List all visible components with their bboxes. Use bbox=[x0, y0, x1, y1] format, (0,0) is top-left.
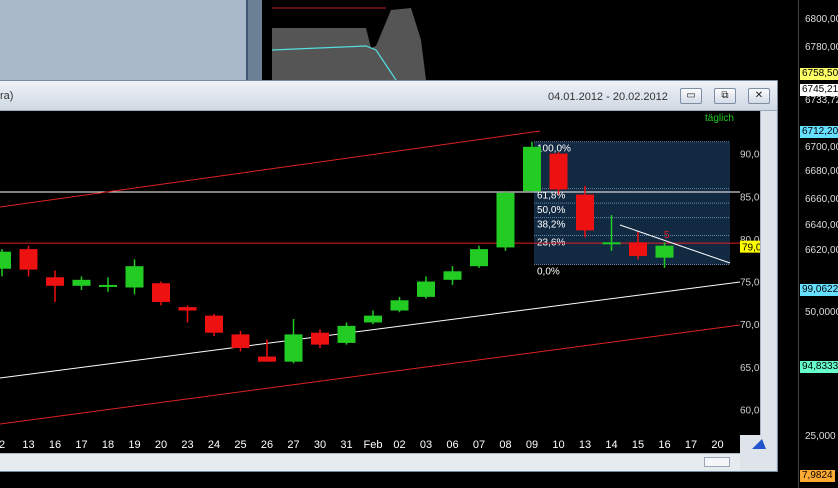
x-tick-label: 17 bbox=[75, 439, 87, 451]
x-tick-label: 13 bbox=[579, 439, 591, 451]
x-tick-label: 16 bbox=[49, 439, 61, 451]
minimize-button[interactable]: ▭ bbox=[680, 88, 702, 104]
support-trendline bbox=[0, 281, 741, 379]
candle-body bbox=[655, 245, 674, 258]
candle-body bbox=[311, 332, 329, 345]
right-axis-tick: 6640,00 bbox=[805, 220, 838, 231]
date-range-label: 04.01.2012 - 20.02.2012 bbox=[548, 91, 668, 103]
marker-label: 5 bbox=[664, 230, 670, 241]
candle-body bbox=[337, 325, 356, 343]
x-tick-label: 31 bbox=[340, 439, 352, 451]
chart-x-axis: 2 13 16 17 18 19 20 23 24 25 26 27 30 31 Feb 02 03 06 07 08… bbox=[0, 435, 740, 453]
horizontal-scrollbar[interactable] bbox=[0, 453, 760, 471]
x-tick-label: 07 bbox=[473, 439, 485, 451]
x-tick-label: 27 bbox=[287, 439, 299, 451]
price-tag: 99,0622 bbox=[800, 284, 838, 296]
candle-body bbox=[549, 153, 568, 190]
candle-body bbox=[496, 192, 515, 248]
x-tick-label: 30 bbox=[314, 439, 326, 451]
candlestick-chart[interactable]: 100,0% 61,8% 50,0% 38,2% 23,6% 0,0% 5 täglich bbox=[0, 111, 741, 435]
x-tick-label: 25 bbox=[234, 439, 246, 451]
fib-label: 50,0% bbox=[537, 205, 565, 216]
right-axis-tick: 6700,00 bbox=[805, 142, 838, 153]
draw-tool-icon[interactable] bbox=[740, 435, 776, 453]
x-tick-label: 10 bbox=[552, 439, 564, 451]
candle-body bbox=[72, 279, 91, 286]
background-indicator-svg bbox=[271, 7, 426, 81]
scroll-thumb[interactable] bbox=[704, 457, 730, 467]
candle-body bbox=[178, 307, 197, 311]
candle-body bbox=[0, 251, 11, 269]
candle-body bbox=[125, 266, 144, 288]
close-button[interactable]: ✕ bbox=[748, 88, 770, 104]
x-tick-label: 03 bbox=[420, 439, 432, 451]
right-axis-label: 25,000 bbox=[805, 431, 836, 442]
channel-upper-line bbox=[0, 130, 541, 208]
candle-body bbox=[364, 315, 382, 323]
x-tick-label: 26 bbox=[261, 439, 273, 451]
candle-body bbox=[417, 281, 435, 297]
x-tick-label: 19 bbox=[128, 439, 140, 451]
right-axis-tick: 6800,00 bbox=[805, 14, 838, 25]
candle-body bbox=[470, 249, 488, 267]
x-tick-label: 08 bbox=[499, 439, 511, 451]
x-tick-label: Feb bbox=[364, 439, 383, 451]
candle-body bbox=[576, 194, 594, 231]
x-tick-label: 14 bbox=[605, 439, 617, 451]
window-title-bar[interactable]: ra) 04.01.2012 - 20.02.2012 ▭ ⧉ ✕ bbox=[0, 81, 777, 111]
right-axis-tick: 6780,00 bbox=[805, 42, 838, 53]
x-tick-label: 18 bbox=[102, 439, 114, 451]
price-tag: 7,9824 bbox=[800, 470, 835, 482]
price-tag: 6758,50 bbox=[800, 68, 838, 80]
x-tick-label: 20 bbox=[711, 439, 723, 451]
candle-body bbox=[258, 356, 276, 362]
window-title: ra) bbox=[0, 90, 14, 102]
x-tick-label: 24 bbox=[208, 439, 220, 451]
x-tick-label: 16 bbox=[658, 439, 670, 451]
background-window-left-pane bbox=[0, 0, 248, 80]
channel-lower-line bbox=[0, 324, 741, 425]
chart-svg: 100,0%61,8%50,0%38,2%23,6%0,0%5täglich bbox=[0, 113, 741, 425]
chart-window: ra) 04.01.2012 - 20.02.2012 ▭ ⧉ ✕ 100,0%… bbox=[0, 80, 778, 472]
right-axis-label: 50,0000 bbox=[805, 307, 838, 318]
right-axis-tick: 6680,00 bbox=[805, 166, 838, 177]
x-axis-svg: 2 13 16 17 18 19 20 23 24 25 26 27 30 31 Feb 02 03 06 07 08… bbox=[0, 439, 724, 451]
right-axis-tick: 6620,00 bbox=[805, 245, 838, 256]
candle-body bbox=[523, 146, 541, 192]
price-tag: 94,8333 bbox=[800, 361, 838, 373]
x-tick-label: 2 bbox=[0, 439, 5, 451]
right-axis-tick: 6660,00 bbox=[805, 194, 838, 205]
chart-corner bbox=[740, 435, 776, 471]
fib-label: 38,2% bbox=[537, 220, 565, 231]
candle-body bbox=[152, 283, 170, 302]
x-tick-label: 20 bbox=[155, 439, 167, 451]
right-axis-label: 6733,72 bbox=[805, 95, 838, 106]
x-tick-label: 02 bbox=[393, 439, 405, 451]
x-tick-label: 17 bbox=[685, 439, 697, 451]
x-tick-label: 09 bbox=[526, 439, 538, 451]
candle-body bbox=[205, 315, 223, 333]
fib-label: 100,0% bbox=[537, 144, 571, 155]
background-area bbox=[272, 8, 426, 80]
restore-button[interactable]: ⧉ bbox=[714, 88, 736, 104]
price-tag: 6712,20 bbox=[800, 126, 838, 138]
vertical-scrollbar[interactable] bbox=[760, 111, 776, 435]
x-tick-label: 15 bbox=[632, 439, 644, 451]
candle-body bbox=[46, 277, 64, 286]
price-tag: 6745,21 bbox=[800, 84, 838, 96]
x-tick-label: 23 bbox=[181, 439, 193, 451]
x-tick-label: 13 bbox=[22, 439, 34, 451]
candle-body bbox=[99, 284, 117, 287]
candle-body bbox=[284, 334, 303, 362]
background-window-left bbox=[0, 0, 262, 80]
candle-body bbox=[443, 271, 462, 280]
candle-body bbox=[602, 242, 621, 245]
candle-body bbox=[19, 249, 38, 270]
candle-body bbox=[390, 300, 409, 311]
period-label: täglich bbox=[705, 113, 734, 124]
fib-label: 0,0% bbox=[537, 266, 560, 277]
candle-body bbox=[231, 334, 250, 349]
x-tick-label: 06 bbox=[446, 439, 458, 451]
candle-body bbox=[629, 242, 647, 256]
